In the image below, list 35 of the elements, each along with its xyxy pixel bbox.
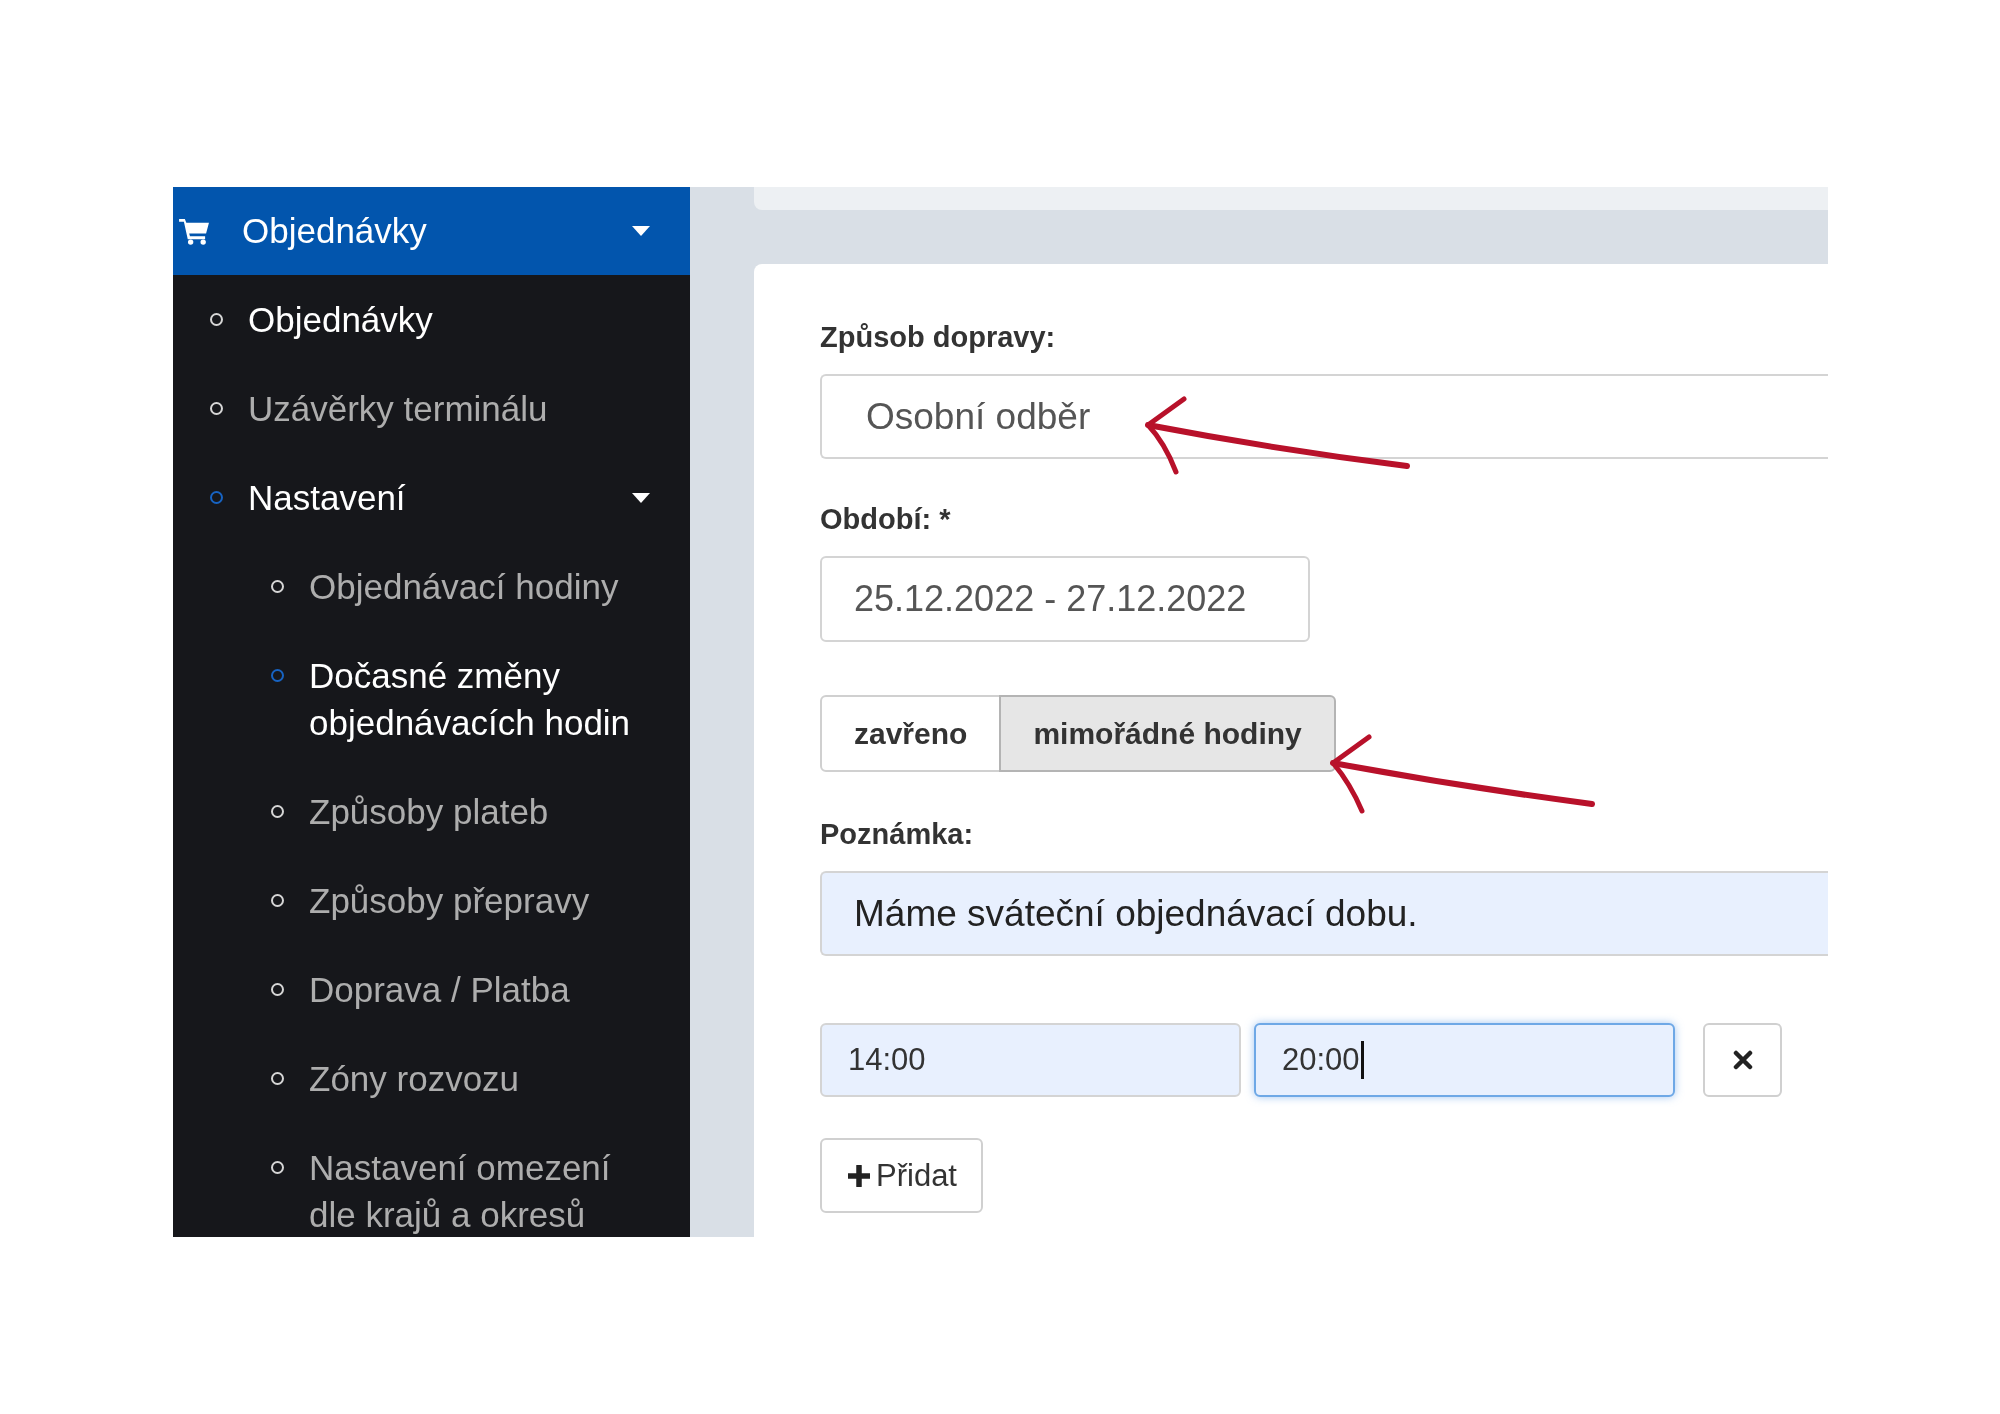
text-cursor	[1360, 1041, 1364, 1079]
time-field[interactable]: 14:00	[820, 1023, 1241, 1097]
menu-item[interactable]: Nastavení	[173, 453, 690, 542]
field-label: Způsob dopravy:	[820, 320, 1057, 355]
field-label: Poznámka:	[820, 817, 975, 852]
menu-item[interactable]: Objednávky	[173, 275, 690, 364]
remove-button[interactable]	[1703, 1023, 1782, 1097]
menu-item[interactable]: Zóny rozvozu	[173, 1034, 690, 1123]
time-field[interactable]: 20:00	[1254, 1023, 1675, 1097]
circle-icon	[271, 1161, 284, 1174]
menu-item[interactable]: Způsoby přepravy	[173, 856, 690, 945]
menu-title: Objednávky	[242, 211, 427, 251]
add-button[interactable]: Přidat	[820, 1138, 983, 1213]
circle-icon	[271, 894, 284, 907]
circle-icon	[271, 983, 284, 996]
toggle-option[interactable]: zavřeno	[820, 695, 1002, 772]
menu-item[interactable]: Uzávěrky terminálu	[173, 364, 690, 453]
toggle-option[interactable]: mimořádné hodiny	[999, 695, 1336, 772]
plus-icon	[848, 1164, 870, 1187]
menu-item[interactable]: Nastavení omezení dle krajů a okresů	[173, 1123, 690, 1237]
circle-icon	[271, 669, 284, 682]
note-field[interactable]: Máme sváteční objednávací dobu.	[820, 871, 1828, 956]
menu-item[interactable]: Způsoby plateb	[173, 767, 690, 856]
cart-icon	[179, 217, 210, 245]
circle-icon	[271, 1072, 284, 1085]
field-label: Období: *	[820, 502, 952, 537]
select-field[interactable]: Osobní odběr	[820, 374, 1828, 459]
close-icon	[1732, 1050, 1753, 1070]
menu-header[interactable]: Objednávky	[173, 187, 690, 275]
circle-icon	[271, 580, 284, 593]
circle-icon	[271, 805, 284, 818]
date-range-field[interactable]: 25.12.2022 - 27.12.2022	[820, 556, 1310, 642]
menu-item[interactable]: Doprava / Platba	[173, 945, 690, 1034]
menu-item[interactable]: Objednávací hodiny	[173, 542, 690, 631]
menu-item[interactable]: Dočasné změny objednávacích hodin	[173, 631, 690, 767]
